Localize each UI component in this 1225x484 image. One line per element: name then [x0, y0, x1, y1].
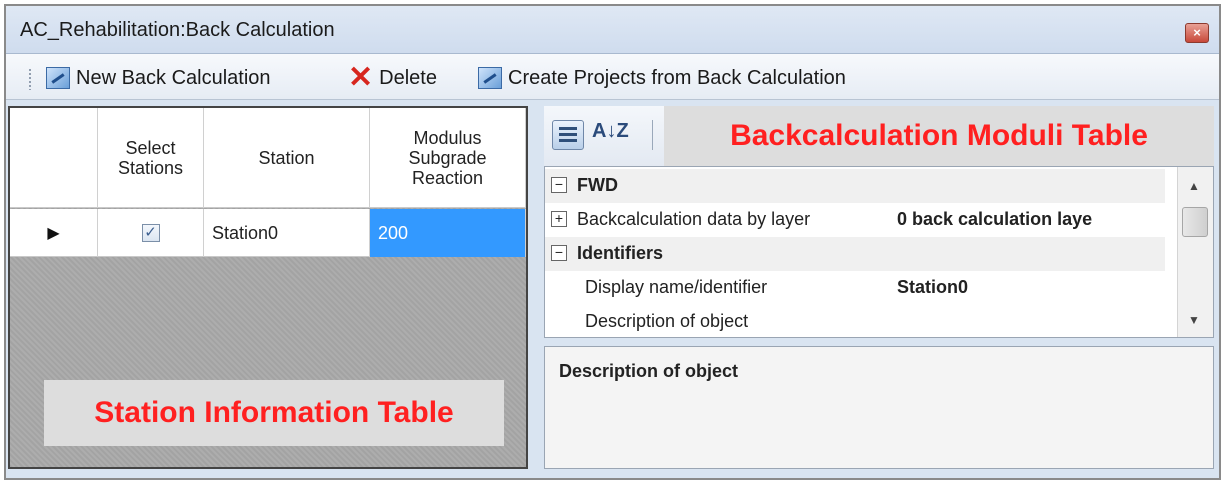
window-title: AC_Rehabilitation:Back Calculation	[20, 19, 335, 41]
property-name: Display name/identifier	[585, 277, 768, 297]
delete-x-icon: ✕	[348, 61, 374, 94]
category-identifiers[interactable]: − Identifiers	[545, 237, 1165, 271]
property-row-display-name[interactable]: Display name/identifier Station0	[545, 271, 1165, 305]
delete-label: Delete	[379, 66, 437, 89]
create-projects-icon	[478, 67, 502, 89]
property-name: Backcalculation data by layer	[577, 209, 811, 229]
scroll-down-icon[interactable]: ▼	[1188, 313, 1200, 327]
row-header-corner	[10, 108, 98, 208]
property-grid: − FWD + Backcalculation data by layer 0 …	[544, 166, 1214, 338]
scroll-up-icon[interactable]: ▲	[1188, 179, 1200, 193]
column-header-modulus[interactable]: Modulus Subgrade Reaction	[370, 108, 526, 208]
property-name: Description of object	[585, 311, 749, 331]
table-row[interactable]: ▶ ✓ Station0 200	[10, 209, 526, 257]
property-grid-toolbar: A↓Z Backcalculation Moduli Table	[544, 106, 1214, 166]
property-grid-panel: A↓Z Backcalculation Moduli Table − FWD +…	[544, 106, 1214, 469]
moduli-table-annotation: Backcalculation Moduli Table	[664, 106, 1214, 166]
column-header-station[interactable]: Station	[204, 108, 370, 208]
toolbar: New Back Calculation ✕ Delete Create Pro…	[6, 54, 1219, 100]
station-cell[interactable]: Station0	[204, 209, 370, 257]
category-fwd[interactable]: − FWD	[545, 169, 1165, 203]
vertical-scrollbar[interactable]: ▲ ▼	[1177, 167, 1213, 337]
title-bar: AC_Rehabilitation:Back Calculation ×	[6, 6, 1219, 54]
toolbar-grip-icon[interactable]	[28, 68, 32, 90]
row-pointer-icon[interactable]: ▶	[10, 209, 98, 257]
expand-icon[interactable]: +	[551, 211, 567, 227]
station-grid-panel: Select Stations Station Modulus Subgrade…	[8, 106, 528, 469]
category-label: Identifiers	[577, 243, 664, 263]
new-back-calculation-button[interactable]: New Back Calculation	[46, 64, 271, 92]
close-button[interactable]: ×	[1185, 23, 1209, 43]
collapse-icon[interactable]: −	[551, 245, 567, 261]
select-station-cell[interactable]: ✓	[98, 209, 204, 257]
description-pane: Description of object	[544, 346, 1214, 469]
alphabetical-sort-icon[interactable]: A↓Z	[592, 120, 629, 143]
scroll-thumb[interactable]	[1182, 207, 1208, 237]
station-table-annotation: Station Information Table	[44, 380, 504, 446]
select-station-checkbox[interactable]: ✓	[141, 224, 160, 242]
description-title: Description of object	[559, 361, 739, 381]
delete-button[interactable]: ✕ Delete	[348, 61, 437, 94]
property-row-description[interactable]: Description of object	[545, 305, 1165, 337]
column-header-select-stations[interactable]: Select Stations	[98, 108, 204, 208]
collapse-icon[interactable]: −	[551, 177, 567, 193]
create-projects-label: Create Projects from Back Calculation	[508, 66, 846, 89]
category-label: FWD	[577, 175, 618, 195]
new-back-calculation-label: New Back Calculation	[76, 66, 271, 89]
create-projects-button[interactable]: Create Projects from Back Calculation	[478, 64, 846, 92]
toolbar-divider	[652, 120, 653, 150]
property-value[interactable]: 0 back calculation laye	[897, 209, 1167, 230]
modulus-cell[interactable]: 200	[370, 209, 526, 257]
property-value[interactable]: Station0	[897, 277, 1167, 298]
station-grid-header: Select Stations Station Modulus Subgrade…	[10, 108, 526, 208]
categorized-view-button[interactable]	[552, 120, 584, 150]
new-calculation-icon	[46, 67, 70, 89]
property-row-backcalc-data[interactable]: + Backcalculation data by layer 0 back c…	[545, 203, 1165, 237]
